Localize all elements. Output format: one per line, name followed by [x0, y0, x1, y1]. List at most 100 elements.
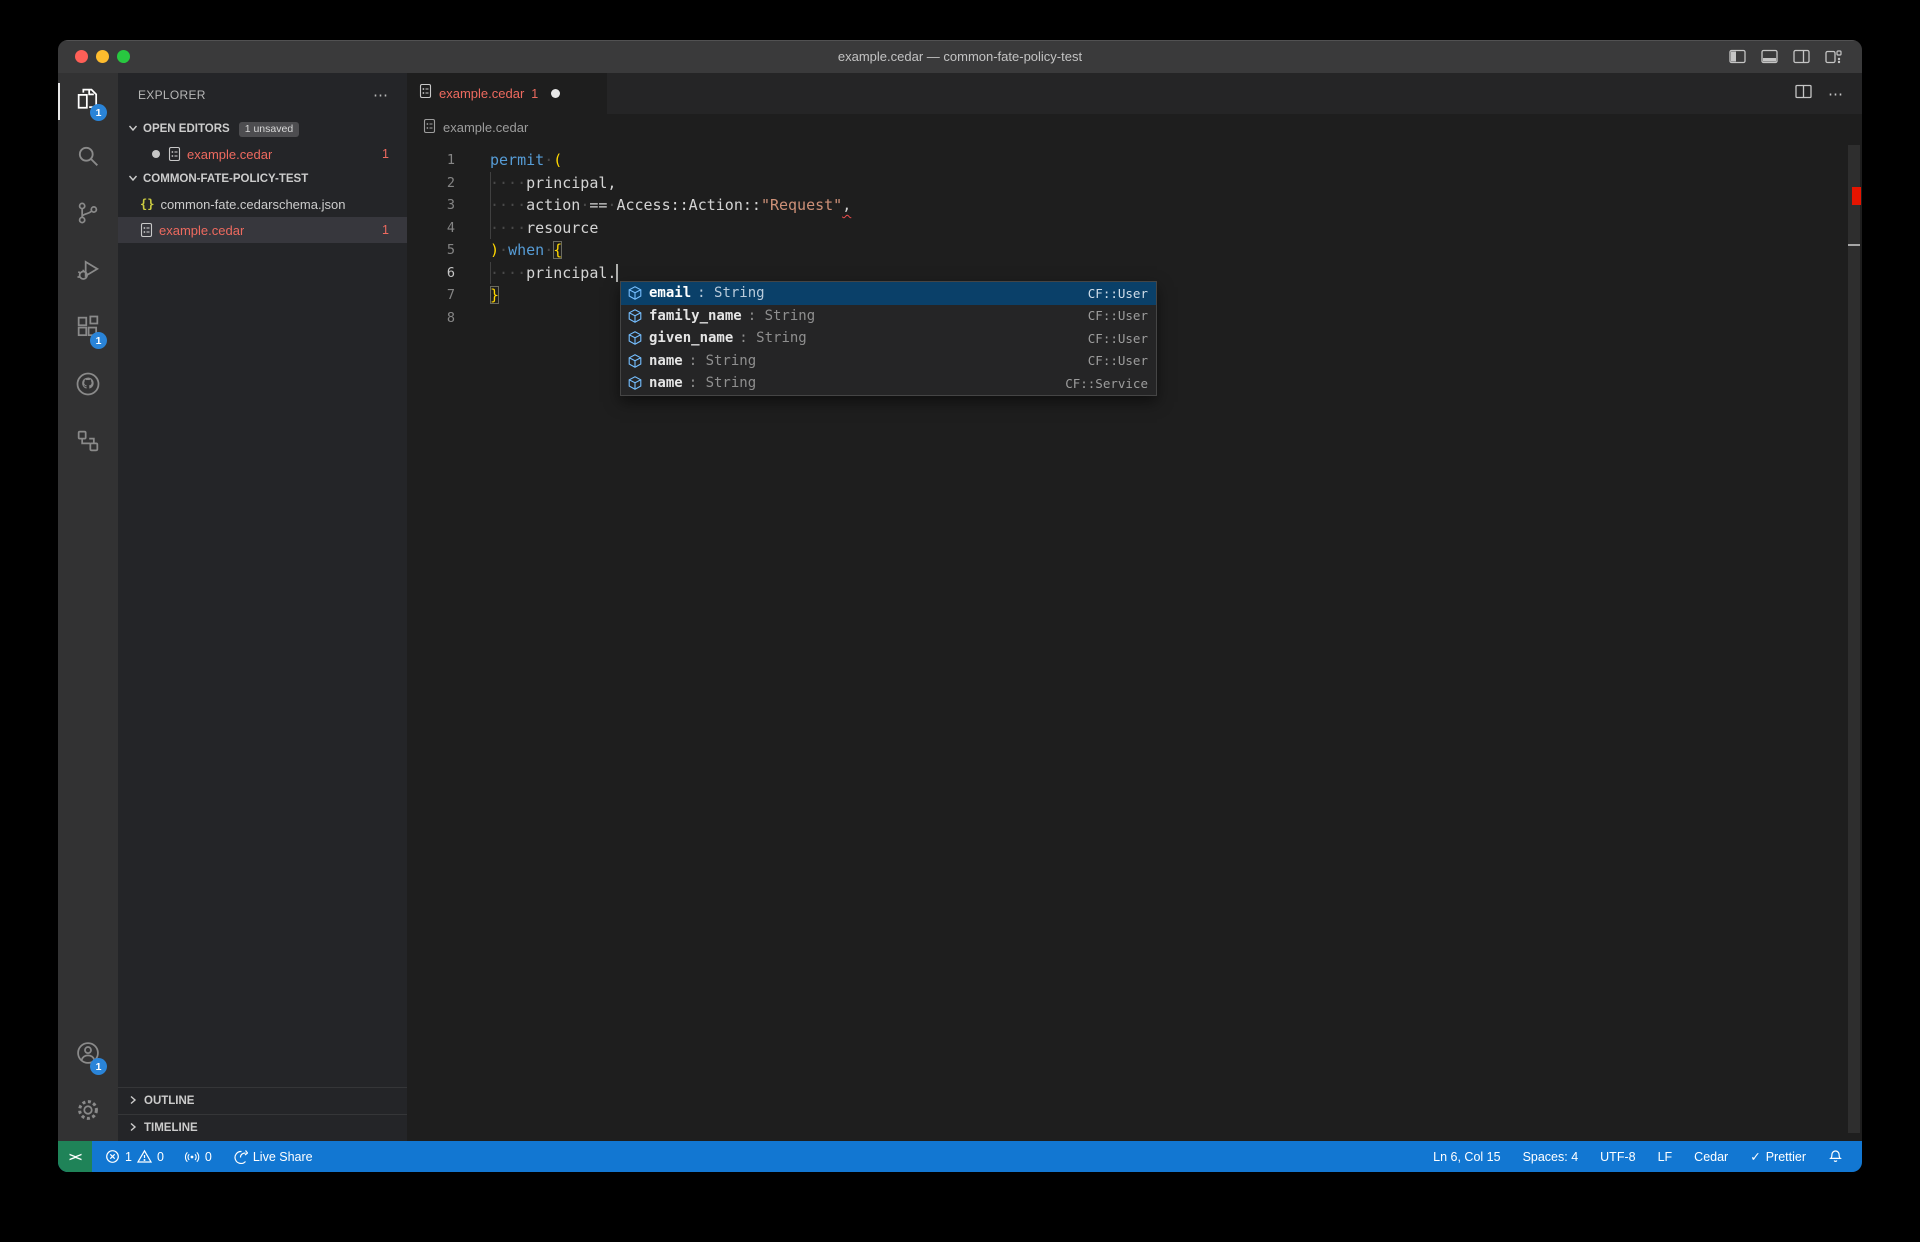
symbol-field-icon: [627, 330, 643, 346]
traffic-lights: [75, 50, 130, 63]
split-editor-icon[interactable]: [1795, 84, 1812, 104]
search-icon: [74, 142, 102, 175]
file-error-count: 1: [382, 223, 389, 237]
code-editor[interactable]: 1 permit·(2 ····principal, 3 ····action·==·A…: [407, 141, 1862, 1141]
workspace-folder-header[interactable]: COMMON-FATE-POLICY-TEST: [118, 167, 407, 191]
problems-status[interactable]: 1 0: [96, 1141, 173, 1172]
activity-settings[interactable]: [58, 1084, 118, 1141]
live-share-status[interactable]: Live Share: [223, 1141, 322, 1172]
ports-status[interactable]: 0: [175, 1141, 221, 1172]
warning-count: 0: [156, 1149, 164, 1164]
notifications-status[interactable]: [1819, 1141, 1852, 1172]
line-number: 3: [446, 197, 455, 213]
suggest-item[interactable]: email: String CF::User: [621, 282, 1156, 305]
sidebar-title: EXPLORER: [138, 88, 206, 102]
github-icon: [74, 370, 102, 403]
formatter-status[interactable]: ✓ Prettier: [1741, 1141, 1815, 1172]
zoom-window-button[interactable]: [117, 50, 130, 63]
editor-scrollbar[interactable]: [1846, 141, 1862, 1141]
accounts-badge: 1: [90, 1058, 107, 1075]
file-error-count: 1: [382, 147, 389, 161]
outline-section[interactable]: OUTLINE: [118, 1087, 407, 1114]
close-window-button[interactable]: [75, 50, 88, 63]
line-number: 2: [446, 174, 455, 191]
source-control-icon: [74, 199, 102, 232]
file-row[interactable]: example.cedar 1: [118, 217, 407, 243]
scrollbar-slider[interactable]: [1848, 145, 1860, 1133]
explorer-more-actions-icon[interactable]: ⋯: [373, 86, 389, 104]
code-line[interactable]: 2 ····principal,: [407, 171, 1862, 194]
tab-bar: example.cedar 1 ⋯: [407, 73, 1862, 114]
open-editor-row[interactable]: example.cedar 1: [118, 141, 407, 167]
indentation-status[interactable]: Spaces: 4: [1514, 1141, 1588, 1172]
suggest-item[interactable]: name: String CF::User: [621, 350, 1156, 373]
code-line[interactable]: 3 ····action·==·Access::Action::"Request"…: [407, 194, 1862, 217]
line-number: 5: [446, 242, 455, 258]
text-cursor: [616, 263, 619, 282]
remote-indicator[interactable]: ><: [58, 1141, 92, 1172]
json-file-icon: {}: [140, 197, 155, 211]
activity-github[interactable]: [58, 358, 118, 415]
eol-status[interactable]: LF: [1649, 1141, 1682, 1172]
check-icon: ✓: [1750, 1150, 1761, 1164]
titlebar: example.cedar — common-fate-policy-test: [58, 40, 1862, 73]
activity-source-control[interactable]: [58, 187, 118, 244]
suggest-widget: email: String CF::User family_name: String…: [620, 281, 1157, 396]
breadcrumb-file[interactable]: example.cedar: [443, 120, 528, 135]
editor-more-actions-icon[interactable]: ⋯: [1828, 85, 1844, 103]
unsaved-badge: 1 unsaved: [238, 121, 300, 137]
minimize-window-button[interactable]: [96, 50, 109, 63]
outline-label: OUTLINE: [144, 1095, 195, 1107]
customize-layout-icon[interactable]: [1825, 49, 1842, 64]
cedar-file-icon: [423, 118, 436, 137]
open-editors-header[interactable]: OPEN EDITORS 1 unsaved: [118, 117, 407, 141]
warning-icon: [136, 1149, 152, 1164]
chevron-right-icon: [126, 1093, 140, 1110]
code-line[interactable]: 4 ····resource: [407, 216, 1862, 239]
suggest-item[interactable]: name: String CF::Service: [621, 372, 1156, 395]
tab-example-cedar[interactable]: example.cedar 1: [407, 73, 607, 114]
timeline-section[interactable]: TIMELINE: [118, 1114, 407, 1141]
live-share-label: Live Share: [252, 1149, 313, 1164]
suggest-item[interactable]: given_name: String CF::User: [621, 327, 1156, 350]
activity-extensions[interactable]: 1: [58, 301, 118, 358]
unsaved-dot-icon[interactable]: [551, 89, 561, 98]
broadcast-icon: [184, 1149, 200, 1164]
code-line[interactable]: 5)·when·{: [407, 239, 1862, 262]
debug-icon: [74, 256, 102, 289]
breadcrumb[interactable]: example.cedar: [407, 114, 1862, 141]
ports-count: 0: [204, 1149, 212, 1164]
suggest-item[interactable]: family_name: String CF::User: [621, 305, 1156, 328]
toggle-sidebar-icon[interactable]: [1729, 49, 1746, 64]
modified-dot-icon: [152, 150, 160, 158]
remote-explorer-icon: [74, 427, 102, 460]
editor-group: example.cedar 1 ⋯ example.cedar 1 permit·…: [407, 73, 1862, 1141]
cedar-file-icon: [419, 83, 432, 104]
activity-explorer[interactable]: 1: [58, 73, 118, 130]
cedar-file-icon: [168, 146, 181, 162]
toggle-panel-icon[interactable]: [1761, 49, 1778, 64]
live-share-icon: [232, 1149, 248, 1164]
line-number: 7: [446, 287, 455, 303]
line-number: 6: [446, 264, 455, 281]
activity-run-debug[interactable]: [58, 244, 118, 301]
symbol-field-icon: [627, 375, 643, 391]
desktop: example.cedar — common-fate-policy-test …: [0, 0, 1920, 1242]
encoding-status[interactable]: UTF-8: [1591, 1141, 1644, 1172]
chevron-down-icon: [126, 171, 140, 188]
bell-icon: [1828, 1149, 1843, 1164]
code-line[interactable]: 1 permit·(: [407, 149, 1862, 172]
activity-search[interactable]: [58, 130, 118, 187]
cursor-position-status[interactable]: Ln 6, Col 15: [1424, 1141, 1509, 1172]
open-editors-label: OPEN EDITORS: [143, 123, 230, 135]
activity-remote-explorer[interactable]: [58, 415, 118, 472]
file-row[interactable]: {} common-fate.cedarschema.json: [118, 191, 407, 217]
overview-ruler-cursor-marker: [1848, 244, 1860, 246]
layout-controls: [1729, 49, 1862, 64]
toggle-secondary-sidebar-icon[interactable]: [1793, 49, 1810, 64]
language-mode-status[interactable]: Cedar: [1685, 1141, 1737, 1172]
chevron-right-icon: [126, 1120, 140, 1137]
extensions-badge: 1: [90, 332, 107, 349]
gear-icon: [74, 1096, 102, 1129]
activity-accounts[interactable]: 1: [58, 1027, 118, 1084]
